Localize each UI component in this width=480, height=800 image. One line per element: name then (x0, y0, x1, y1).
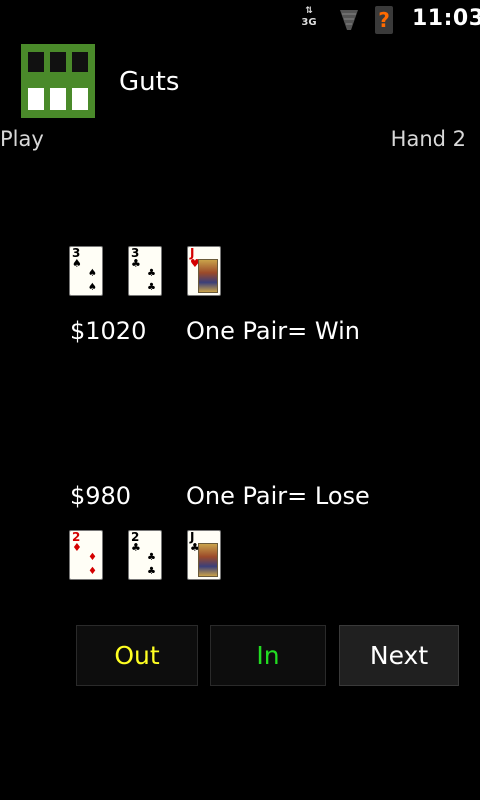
player-result: One Pair= Lose (186, 482, 370, 510)
opponent-card-1: 3 ♠ ♠ ♠ (69, 246, 103, 296)
network-3g-icon: ⇅ 3G (301, 6, 317, 28)
player-amount: $980 (70, 482, 132, 510)
out-button[interactable]: Out (76, 625, 198, 686)
player-card-2: 2 ♣ ♣ ♣ (128, 530, 162, 580)
app-title: Guts (119, 67, 180, 97)
in-button[interactable]: In (210, 625, 326, 686)
status-bar: ⇅ 3G ? 11:03 (0, 0, 480, 38)
face-card-art (198, 259, 218, 293)
opponent-card-2: 3 ♣ ♣ ♣ (128, 246, 162, 296)
player-card-3: J ♣ (187, 530, 221, 580)
face-card-art (198, 543, 218, 577)
opponent-card-3: J ♥ (187, 246, 221, 296)
cards-grid-icon (21, 44, 95, 118)
signal-icon (340, 10, 358, 30)
opponent-result: One Pair= Win (186, 317, 360, 345)
mode-label: Play (0, 127, 44, 151)
next-button[interactable]: Next (339, 625, 459, 686)
clock: 11:03 (412, 6, 480, 31)
battery-unknown-icon: ? (375, 6, 393, 34)
player-card-1: 2 ♦ ♦ ♦ (69, 530, 103, 580)
opponent-amount: $1020 (70, 317, 147, 345)
hand-label: Hand 2 (390, 127, 466, 151)
